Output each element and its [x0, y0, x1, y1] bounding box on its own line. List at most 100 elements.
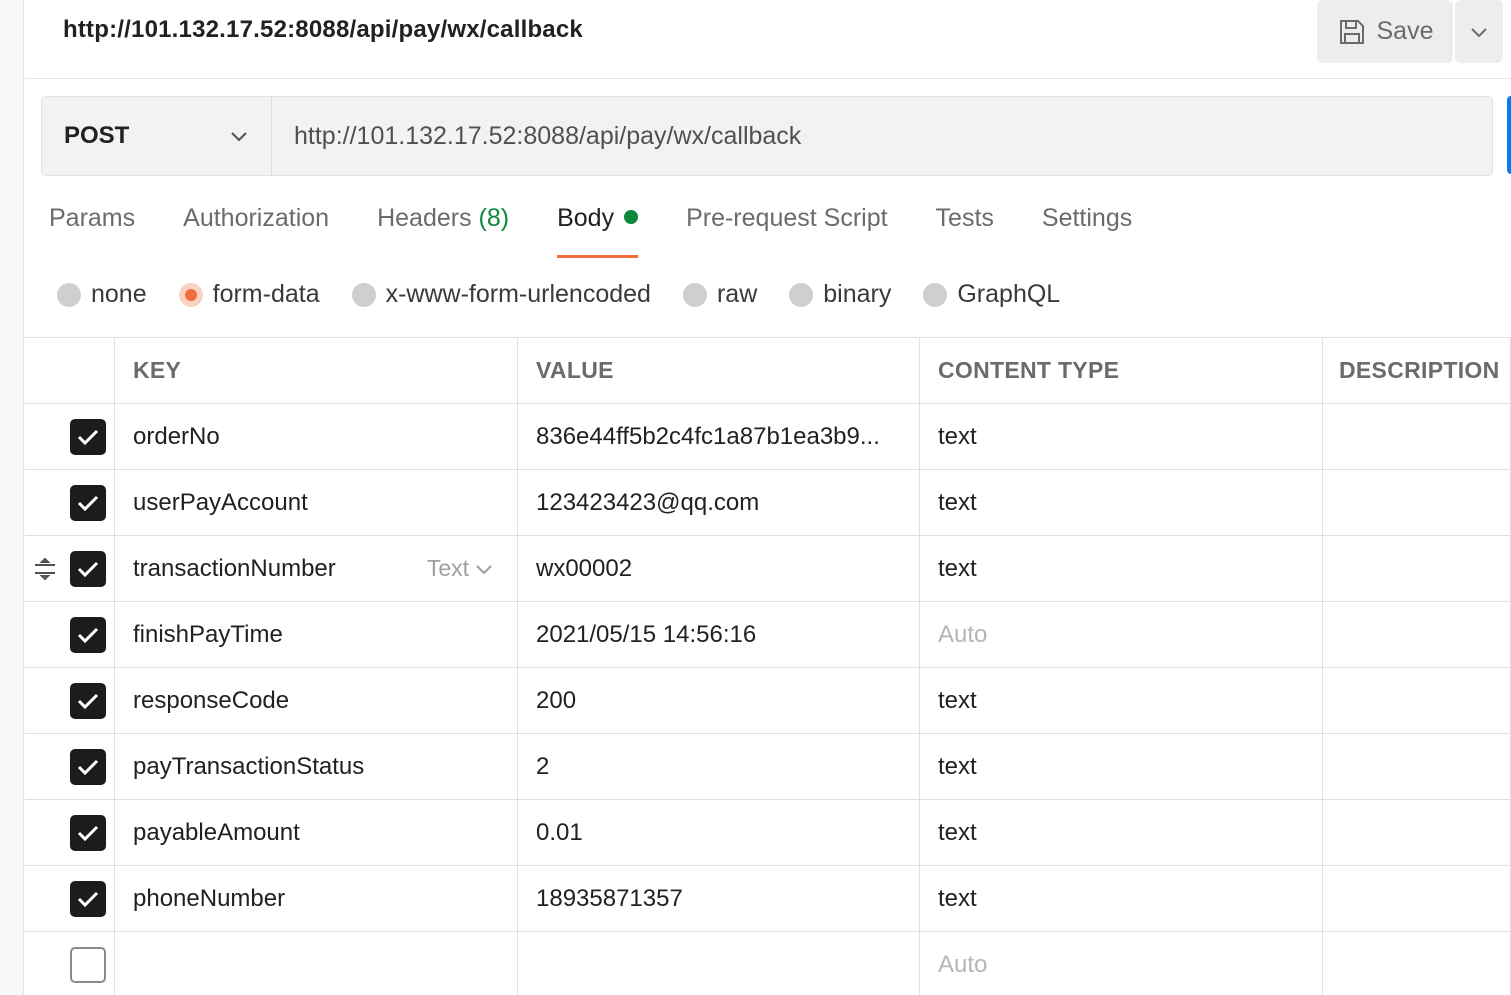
- row-enable-checkbox[interactable]: [70, 682, 106, 719]
- key-cell[interactable]: responseCode: [114, 668, 517, 733]
- description-cell[interactable]: [1322, 404, 1511, 469]
- value-cell[interactable]: 2021/05/15 14:56:16: [517, 602, 919, 667]
- value-text: 123423423@qq.com: [536, 488, 760, 516]
- tab-params[interactable]: Params: [49, 204, 135, 258]
- value-text: 2021/05/15 14:56:16: [536, 620, 757, 648]
- method-label: POST: [64, 122, 130, 149]
- table-row: userPayAccount 123423423@qq.com text: [25, 470, 1511, 536]
- table-row: orderNo 836e44ff5b2c4fc1a87b1ea3b9... text: [25, 404, 1511, 470]
- key-cell[interactable]: phoneNumber: [114, 866, 517, 931]
- radio-button-selected[interactable]: [178, 282, 203, 307]
- content-type-cell[interactable]: text: [919, 668, 1322, 733]
- checkbox-cell: [25, 866, 114, 931]
- row-enable-checkbox[interactable]: [70, 418, 106, 455]
- description-cell[interactable]: [1322, 602, 1511, 667]
- body-type-raw[interactable]: raw: [682, 280, 758, 309]
- row-enable-checkbox[interactable]: [70, 748, 106, 785]
- table-row: payableAmount 0.01 text: [25, 800, 1511, 866]
- body-type-graphql[interactable]: GraphQL: [923, 280, 1060, 309]
- radio-button[interactable]: [789, 282, 814, 307]
- table-row: phoneNumber 18935871357 text: [25, 866, 1511, 932]
- value-cell[interactable]: 123423423@qq.com: [517, 470, 919, 535]
- save-options-button[interactable]: [1455, 0, 1503, 63]
- radio-button[interactable]: [351, 282, 376, 307]
- header-check-cell: [25, 338, 114, 403]
- tab-headers[interactable]: Headers (8): [377, 204, 509, 258]
- description-cell[interactable]: [1322, 734, 1511, 799]
- radio-label: raw: [716, 280, 758, 308]
- key-cell[interactable]: orderNo: [114, 404, 517, 469]
- description-cell[interactable]: [1322, 932, 1511, 995]
- column-header-key: KEY: [114, 338, 517, 403]
- value-cell[interactable]: wx00002: [517, 536, 919, 601]
- content-type-cell[interactable]: Auto: [919, 602, 1322, 667]
- content-type-cell[interactable]: text: [919, 470, 1322, 535]
- row-enable-checkbox[interactable]: [70, 550, 106, 587]
- value-cell[interactable]: 0.01: [517, 800, 919, 865]
- body-type-none[interactable]: none: [57, 280, 147, 309]
- tab-pre-request-script[interactable]: Pre-request Script: [686, 204, 887, 258]
- description-cell[interactable]: [1322, 800, 1511, 865]
- row-enable-checkbox[interactable]: [70, 946, 106, 983]
- radio-button[interactable]: [923, 282, 948, 307]
- key-cell[interactable]: payTransactionStatus: [114, 734, 517, 799]
- row-enable-checkbox[interactable]: [70, 880, 106, 917]
- value-cell[interactable]: 836e44ff5b2c4fc1a87b1ea3b9...: [517, 404, 919, 469]
- row-enable-checkbox[interactable]: [70, 616, 106, 653]
- body-type-binary[interactable]: binary: [789, 280, 891, 309]
- radio-button[interactable]: [57, 282, 81, 307]
- url-input[interactable]: http://101.132.17.52:8088/api/pay/wx/cal…: [272, 97, 1492, 175]
- tab-label: Pre-request Script: [686, 204, 888, 232]
- key-type-label: Text: [426, 555, 469, 581]
- key-text: transactionNumber: [133, 554, 336, 582]
- value-cell[interactable]: 2: [517, 734, 919, 799]
- value-cell[interactable]: 18935871357: [517, 866, 919, 931]
- radio-button[interactable]: [682, 282, 707, 307]
- row-enable-checkbox[interactable]: [70, 484, 106, 521]
- content-type-cell[interactable]: Auto: [919, 932, 1322, 995]
- body-type-form-data[interactable]: form-data: [178, 280, 320, 309]
- method-select[interactable]: POST: [42, 97, 272, 175]
- key-cell[interactable]: [114, 932, 517, 995]
- content-type-text: Auto: [938, 620, 988, 648]
- tab-label: Body: [557, 204, 615, 232]
- tab-authorization[interactable]: Authorization: [183, 204, 329, 258]
- value-cell[interactable]: 200: [517, 668, 919, 733]
- request-title[interactable]: http://101.132.17.52:8088/api/pay/wx/cal…: [63, 16, 583, 44]
- tab-label: Tests: [935, 204, 994, 232]
- content-type-cell[interactable]: text: [919, 866, 1322, 931]
- key-text: payableAmount: [133, 818, 300, 846]
- key-cell[interactable]: finishPayTime: [114, 602, 517, 667]
- send-button[interactable]: [1507, 96, 1511, 174]
- save-button[interactable]: Save: [1317, 0, 1453, 63]
- checkmark-icon: [77, 627, 99, 643]
- checkbox-cell: [25, 668, 114, 733]
- key-cell[interactable]: transactionNumber Text: [114, 536, 517, 601]
- form-data-table: KEY VALUE CONTENT TYPE DESCRIPTION order…: [25, 337, 1511, 995]
- description-cell[interactable]: [1322, 536, 1511, 601]
- tab-body[interactable]: Body: [557, 204, 639, 258]
- value-text: 18935871357: [536, 884, 683, 912]
- row-enable-checkbox[interactable]: [70, 814, 106, 851]
- value-text: 2: [536, 752, 550, 780]
- tab-settings[interactable]: Settings: [1042, 204, 1132, 258]
- request-bar: POST http://101.132.17.52:8088/api/pay/w…: [41, 96, 1493, 176]
- content-type-cell[interactable]: text: [919, 734, 1322, 799]
- content-type-cell[interactable]: text: [919, 800, 1322, 865]
- key-cell[interactable]: userPayAccount: [114, 470, 517, 535]
- description-cell[interactable]: [1322, 668, 1511, 733]
- content-type-cell[interactable]: text: [919, 404, 1322, 469]
- table-row: payTransactionStatus 2 text: [25, 734, 1511, 800]
- body-type-selector: none form-data x-www-form-urlencoded raw…: [57, 280, 1092, 309]
- column-header-description: DESCRIPTION: [1322, 338, 1511, 403]
- checkbox-cell: [25, 470, 114, 535]
- key-text: phoneNumber: [133, 884, 286, 912]
- tab-tests[interactable]: Tests: [936, 204, 994, 258]
- key-cell[interactable]: payableAmount: [114, 800, 517, 865]
- description-cell[interactable]: [1322, 866, 1511, 931]
- value-cell[interactable]: [517, 932, 919, 995]
- key-type-select[interactable]: Text: [427, 555, 493, 582]
- description-cell[interactable]: [1322, 470, 1511, 535]
- content-type-cell[interactable]: text: [919, 536, 1322, 601]
- body-type-urlencoded[interactable]: x-www-form-urlencoded: [351, 280, 651, 309]
